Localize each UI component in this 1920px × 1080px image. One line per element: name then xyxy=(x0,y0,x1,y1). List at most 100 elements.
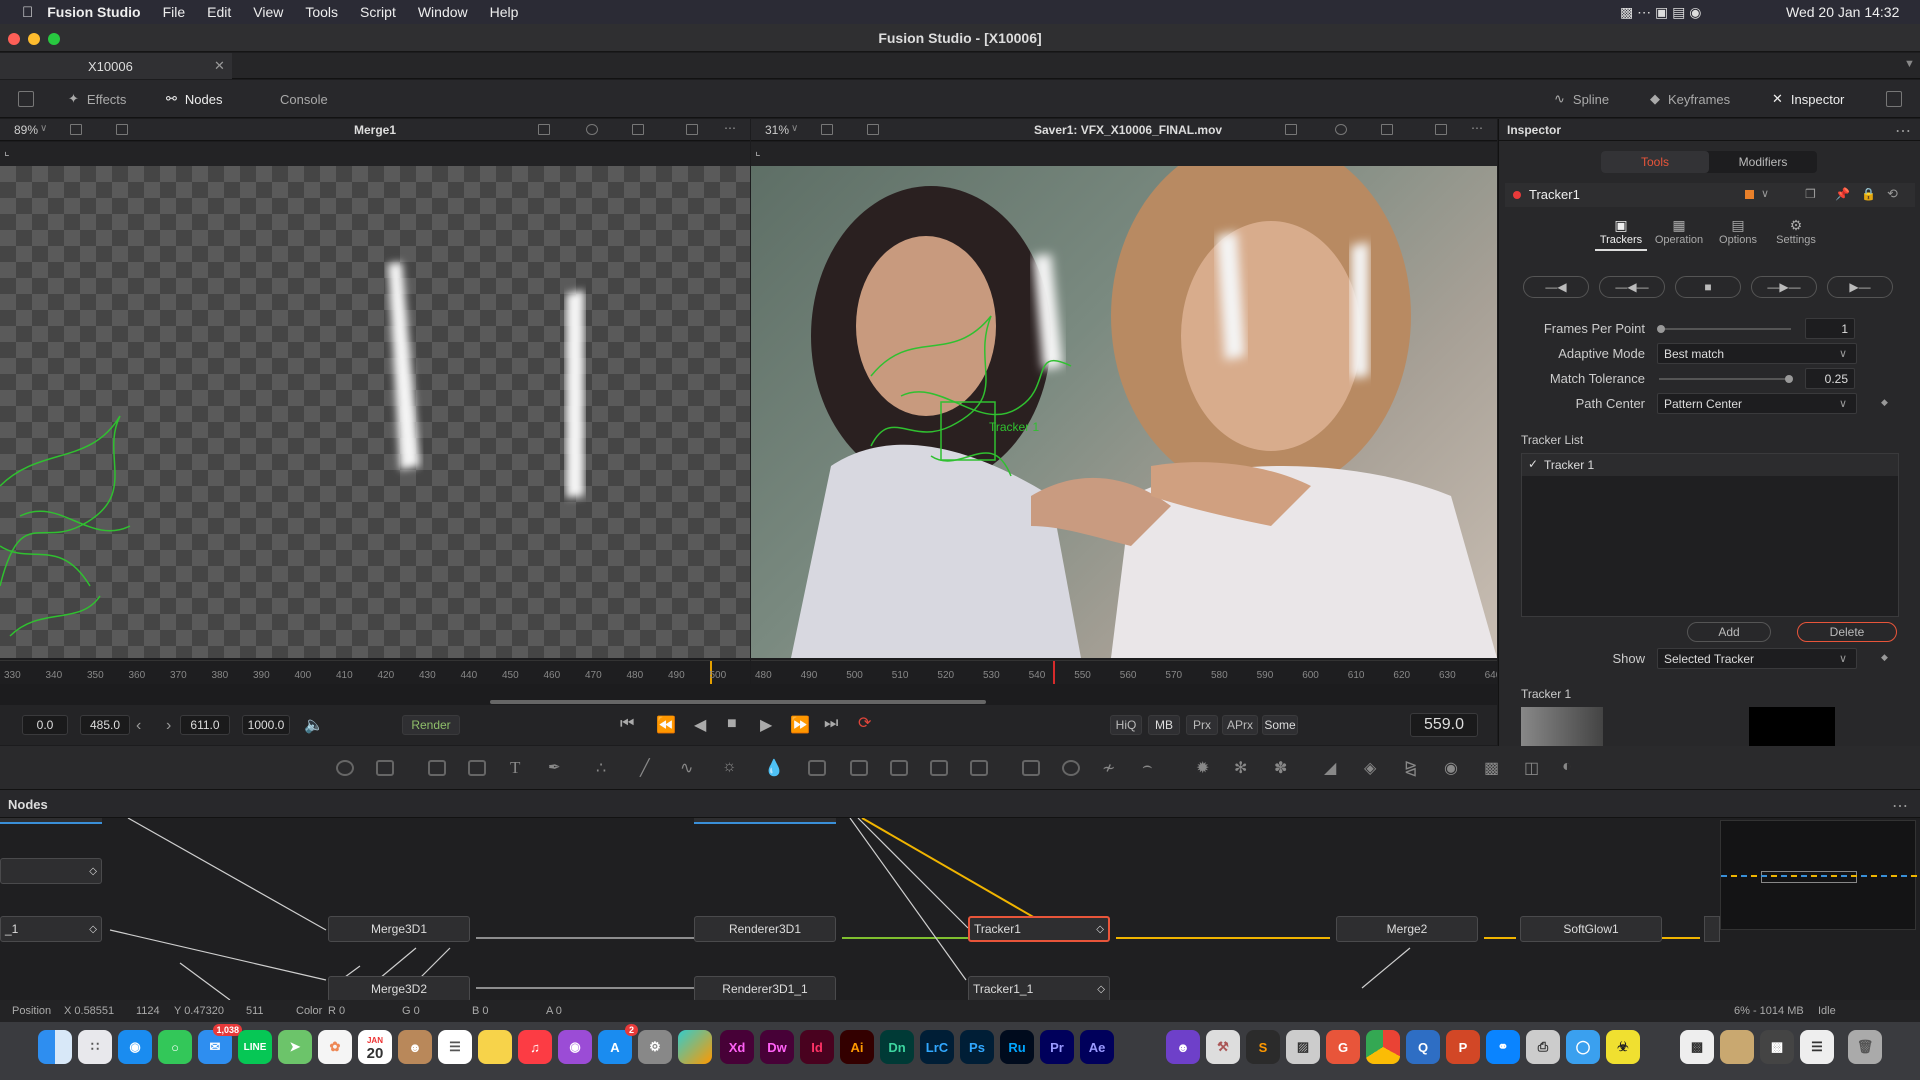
frame-icon[interactable] xyxy=(686,124,698,135)
chevron-down-icon[interactable]: ∨ xyxy=(1761,187,1769,200)
close-window-button[interactable] xyxy=(8,33,20,45)
go-to-start-icon[interactable]: ⏮ xyxy=(620,715,634,733)
right-viewer-canvas[interactable]: Tracker 1 xyxy=(751,166,1497,658)
contacts-icon[interactable]: ☻ xyxy=(398,1030,432,1064)
spline-button[interactable]: ∿ Spline xyxy=(1554,80,1609,118)
text-tool-icon[interactable]: T xyxy=(510,758,520,778)
check-icon[interactable]: ✓ xyxy=(1528,457,1538,471)
render-button[interactable]: Render xyxy=(402,715,460,735)
loader-icon[interactable] xyxy=(468,760,486,776)
lock-icon[interactable]: 🔒 xyxy=(1861,187,1876,201)
go-to-end-icon[interactable]: ⏭ xyxy=(824,715,838,733)
node-merge3d1[interactable]: Merge3D1 xyxy=(328,916,470,942)
color-corrector-icon[interactable]: 💧 xyxy=(764,758,784,778)
photoshop-icon[interactable]: Ps xyxy=(960,1030,994,1064)
system-preferences-icon[interactable]: ⚙ xyxy=(638,1030,672,1064)
line-icon[interactable]: LINE xyxy=(238,1030,272,1064)
subtab-options[interactable]: ▤ Options xyxy=(1713,217,1763,251)
rush-icon[interactable]: Ru xyxy=(1000,1030,1034,1064)
menu-window[interactable]: Window xyxy=(418,4,468,20)
node-tracker1-1[interactable]: Tracker1_1 ◇ xyxy=(968,976,1110,1002)
channel-booleans-icon[interactable] xyxy=(850,760,868,776)
collapse-icon[interactable] xyxy=(1886,91,1902,107)
biohazard-icon[interactable]: ☣ xyxy=(1606,1030,1640,1064)
delete-tracker-button[interactable]: Delete xyxy=(1797,622,1897,642)
matte-control-icon[interactable] xyxy=(890,760,908,776)
play-icon[interactable]: ▶ xyxy=(760,715,772,735)
step-forward-icon[interactable]: ⏩ xyxy=(790,715,810,735)
powerpoint-icon[interactable]: P xyxy=(1446,1030,1480,1064)
slider-handle[interactable] xyxy=(1657,325,1665,333)
some-button[interactable]: Some xyxy=(1262,715,1298,735)
render-end-field[interactable]: 611.0 xyxy=(180,715,230,735)
messenger-icon[interactable]: ⚭ xyxy=(1486,1030,1520,1064)
chevron-down-icon[interactable]: ∨ xyxy=(1839,347,1847,360)
merge3d-icon[interactable]: ◫ xyxy=(1524,758,1539,778)
shape3d-icon[interactable]: ◢ xyxy=(1324,758,1336,778)
track-reverse-button[interactable]: —◀— xyxy=(1599,276,1665,298)
particles-icon[interactable]: ∴ xyxy=(596,758,606,778)
node-merge2[interactable]: Merge2 xyxy=(1336,916,1478,942)
global-start-field[interactable]: 0.0 xyxy=(22,715,68,735)
chevron-down-icon[interactable]: ∨ xyxy=(1839,652,1847,665)
clock[interactable]: Wed 20 Jan 14:32 xyxy=(1786,4,1899,20)
current-frame-field[interactable]: 559.0 xyxy=(1410,713,1478,737)
fast-noise-icon[interactable] xyxy=(428,760,446,776)
folder-icon[interactable] xyxy=(1720,1030,1754,1064)
particle-force-icon[interactable]: ✽ xyxy=(1274,758,1287,778)
frames-per-point-slider[interactable] xyxy=(1659,328,1791,330)
safari-icon[interactable]: ◉ xyxy=(118,1030,152,1064)
grammarly-icon[interactable]: G xyxy=(1326,1030,1360,1064)
color-icon[interactable] xyxy=(1335,124,1347,135)
calendar-icon[interactable]: JAN 20 xyxy=(358,1030,392,1064)
particle-emitter-icon[interactable]: ✹ xyxy=(1196,758,1209,778)
tab-x10006[interactable]: X10006 ✕ xyxy=(0,53,232,79)
finder-icon[interactable] xyxy=(38,1030,72,1064)
pan-icon[interactable]: ⌞ xyxy=(755,144,761,158)
keyframes-button[interactable]: ◆ Keyframes xyxy=(1650,80,1730,118)
background-tool-icon[interactable] xyxy=(336,760,354,776)
menu-view[interactable]: View xyxy=(253,4,283,20)
nodes-button[interactable]: ⚯ Nodes xyxy=(166,80,222,118)
path-center-select[interactable]: Pattern Center xyxy=(1657,393,1857,414)
inspector-button[interactable]: ✕ Inspector xyxy=(1772,80,1844,118)
merge-icon[interactable] xyxy=(808,760,826,776)
chevron-down-icon[interactable]: ∨ xyxy=(40,123,47,134)
nodes-panel[interactable]: Nodes ⋯ ◇ _1 ◇ Merge3D1 Merge3D2 Renderer… xyxy=(0,790,1920,1002)
slider-handle[interactable] xyxy=(1785,375,1793,383)
subtab-trackers[interactable]: ▣ Trackers xyxy=(1595,217,1647,251)
track-forward-button[interactable]: —▶— xyxy=(1751,276,1817,298)
mb-button[interactable]: MB xyxy=(1148,715,1180,735)
maps-icon[interactable]: ➤ xyxy=(278,1030,312,1064)
github-icon[interactable]: ☻ xyxy=(1166,1030,1200,1064)
layout-toggle-icon[interactable] xyxy=(18,91,34,107)
notes-icon[interactable] xyxy=(478,1030,512,1064)
davinci-icon[interactable] xyxy=(678,1030,712,1064)
node-softglow1[interactable]: SoftGlow1 xyxy=(1520,916,1662,942)
paint-icon[interactable]: ✒ xyxy=(548,758,561,776)
shield-icon[interactable]: ◯ xyxy=(1566,1030,1600,1064)
lut-icon[interactable] xyxy=(821,124,833,135)
show-select[interactable]: Selected Tracker xyxy=(1657,648,1857,669)
match-tolerance-field[interactable]: 0.25 xyxy=(1805,368,1855,389)
menu-edit[interactable]: Edit xyxy=(207,4,231,20)
navigator-view-rect[interactable] xyxy=(1761,871,1857,883)
rectangle-mask-icon[interactable] xyxy=(1022,760,1040,776)
chrome-icon[interactable] xyxy=(1366,1030,1400,1064)
tools-icon[interactable]: ⚒ xyxy=(1206,1030,1240,1064)
scroll-thumb[interactable] xyxy=(490,700,986,704)
color-swatch[interactable] xyxy=(1745,190,1754,199)
render-start-field[interactable]: 485.0 xyxy=(80,715,130,735)
chevron-left-icon[interactable]: ‹ xyxy=(136,717,141,735)
right-zoom[interactable]: 31% xyxy=(765,123,789,137)
chevron-down-icon[interactable]: ▼ xyxy=(1904,58,1915,70)
launchpad-icon[interactable]: ∷ xyxy=(78,1030,112,1064)
chevron-down-icon[interactable]: ∨ xyxy=(791,123,798,134)
renderer3d-icon[interactable]: ▩ xyxy=(1484,758,1499,778)
dreamweaver-icon[interactable]: Dw xyxy=(760,1030,794,1064)
menu-tools[interactable]: Tools xyxy=(305,4,338,20)
screen-icon[interactable]: ▩ xyxy=(1760,1030,1794,1064)
tool-header[interactable]: Tracker1 ∨ ❒ 📌 🔒 ⟲ xyxy=(1505,183,1915,207)
status-icons[interactable]: ▩ ⋯ ▣ ▤ ◉ xyxy=(1620,4,1701,21)
app-menu[interactable]: Fusion Studio xyxy=(47,4,140,20)
